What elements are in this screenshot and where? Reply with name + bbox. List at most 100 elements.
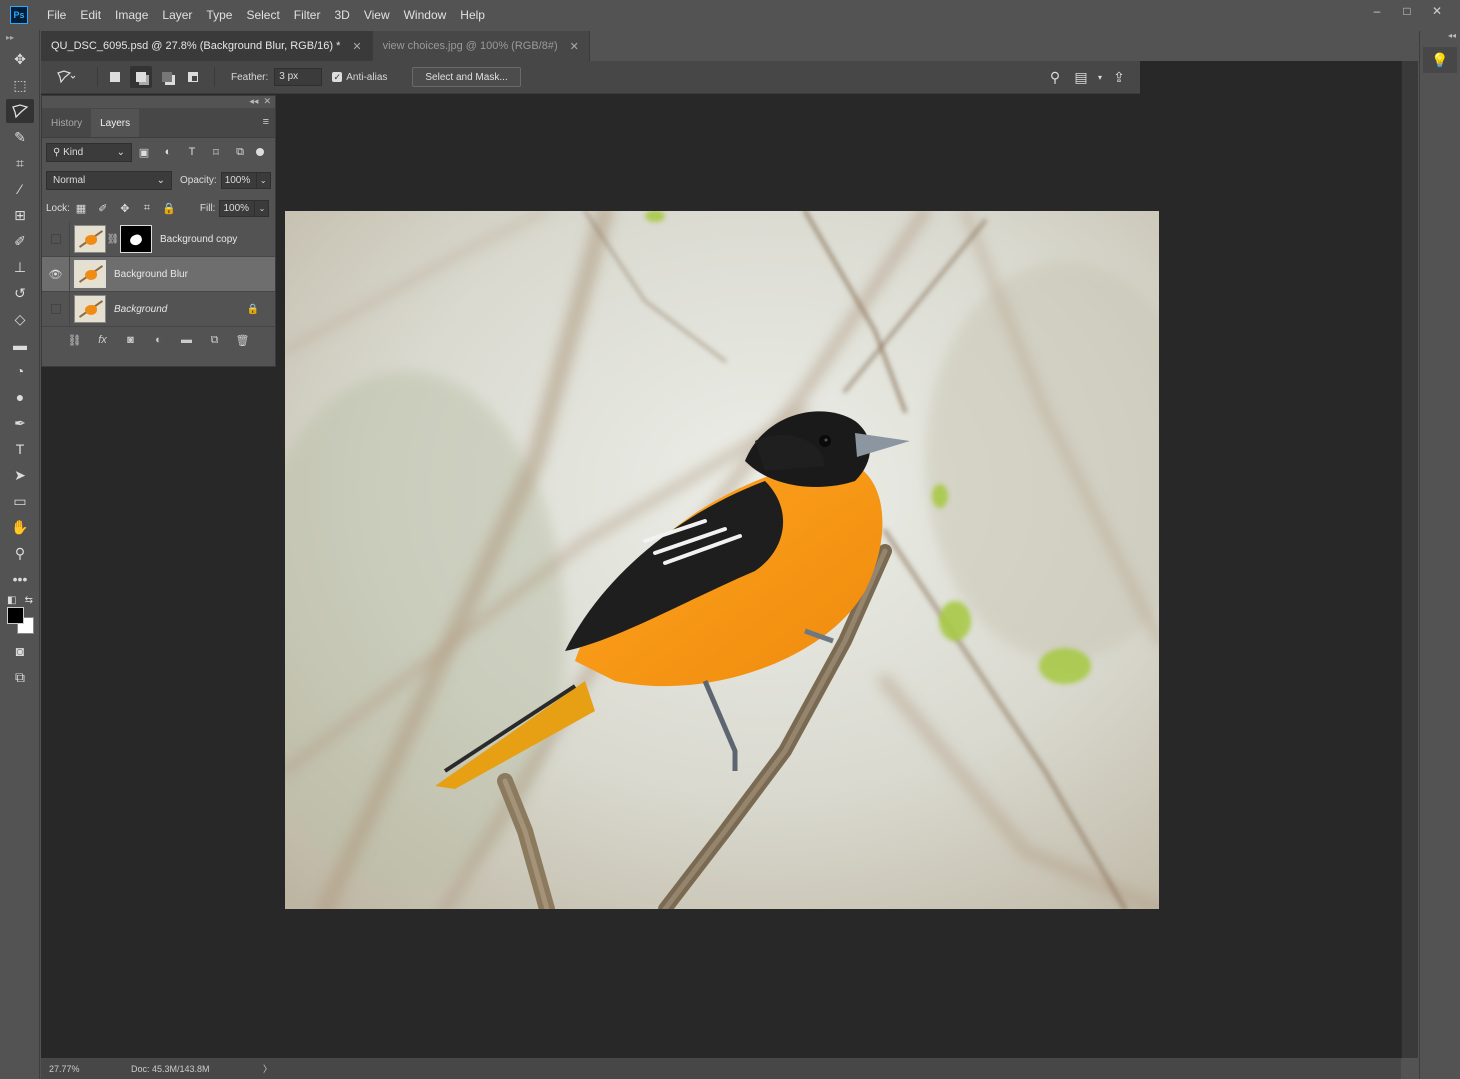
maximize-button[interactable]: □ — [1392, 0, 1422, 22]
healing-brush-icon[interactable]: ⊞ — [6, 203, 34, 227]
menu-select[interactable]: Select — [239, 8, 286, 22]
layer-mask-thumbnail[interactable] — [120, 225, 152, 253]
more-tools-icon[interactable]: ••• — [6, 567, 34, 591]
menu-image[interactable]: Image — [108, 8, 155, 22]
path-selection-icon[interactable]: ➤ — [6, 463, 34, 487]
share-icon[interactable]: ⇪ — [1106, 69, 1132, 86]
new-group-icon[interactable]: ▬ — [177, 334, 197, 346]
move-icon[interactable]: ✥ — [6, 47, 34, 71]
tab-document-jpg[interactable]: view choices.jpg @ 100% (RGB/8#) ✕ — [372, 31, 590, 61]
antialias-checkbox[interactable]: ✓ Anti-alias — [332, 72, 387, 83]
lock-image-icon[interactable]: ✐ — [92, 202, 114, 215]
gradient-icon[interactable]: ▬ — [6, 333, 34, 357]
visibility-toggle[interactable] — [42, 221, 70, 257]
add-mask-icon[interactable]: ◙ — [121, 334, 141, 346]
menu-filter[interactable]: Filter — [287, 8, 328, 22]
filter-kind-select[interactable]: ⚲ Kind ⌄ — [46, 142, 132, 162]
pen-icon[interactable]: ✒ — [6, 411, 34, 435]
search-icon[interactable]: ⚲ — [1042, 69, 1068, 86]
layer-row-background[interactable]: Background 🔒 — [42, 291, 275, 327]
rectangle-icon[interactable]: ▭ — [6, 489, 34, 513]
layer-style-fx-icon[interactable]: fx — [93, 334, 113, 346]
lock-all-icon[interactable]: 🔒 — [158, 202, 180, 215]
tool-preset-icon[interactable] — [41, 61, 91, 94]
close-window-button[interactable]: ✕ — [1422, 0, 1452, 22]
filter-shape-icon[interactable]: ⌑ — [204, 146, 228, 159]
lock-transparent-icon[interactable]: ▦ — [70, 202, 92, 215]
layer-row-background-copy[interactable]: ⛓ Background copy — [42, 221, 275, 257]
close-panel-icon[interactable]: ✕ — [263, 96, 271, 106]
eye-icon[interactable]: 👁 — [42, 256, 70, 292]
opacity-input[interactable]: 100% — [220, 171, 257, 189]
quick-selection-icon[interactable]: ✎ — [6, 125, 34, 149]
minimize-button[interactable]: – — [1362, 0, 1392, 22]
collapse-panel-icon[interactable]: ◂◂ — [249, 96, 258, 106]
select-and-mask-button[interactable]: Select and Mask... — [412, 67, 521, 87]
brush-icon[interactable]: ✐ — [6, 229, 34, 253]
menu-file[interactable]: File — [40, 8, 73, 22]
zoom-level[interactable]: 27.77% — [41, 1064, 101, 1074]
feather-input[interactable]: 3 px — [274, 68, 323, 86]
eyedropper-icon[interactable]: ⁄ — [6, 177, 34, 201]
menu-edit[interactable]: Edit — [73, 8, 108, 22]
close-tab-icon[interactable]: ✕ — [570, 40, 579, 53]
filter-pixel-icon[interactable]: ▣ — [132, 146, 156, 159]
menu-layer[interactable]: Layer — [155, 8, 199, 22]
new-layer-icon[interactable]: ⧉ — [205, 334, 225, 347]
learn-bulb-icon[interactable]: 💡 — [1423, 47, 1457, 73]
dodge-icon[interactable]: ● — [6, 385, 34, 409]
adjustment-layer-icon[interactable]: ◐ — [149, 334, 169, 346]
marquee-icon[interactable]: ⬚ — [6, 73, 34, 97]
lock-position-icon[interactable]: ✥ — [114, 202, 136, 215]
tab-history[interactable]: History — [42, 109, 91, 137]
blend-mode-select[interactable]: Normal ⌄ — [46, 170, 172, 190]
filter-type-icon[interactable]: T — [180, 146, 204, 158]
clone-stamp-icon[interactable]: ⊥ — [6, 255, 34, 279]
tab-layers[interactable]: Layers — [91, 109, 140, 137]
menu-view[interactable]: View — [357, 8, 397, 22]
lasso-icon[interactable] — [6, 99, 34, 123]
hand-icon[interactable]: ✋ — [6, 515, 34, 539]
menu-3d[interactable]: 3D — [327, 8, 356, 22]
layer-row-background-blur[interactable]: 👁 Background Blur — [42, 256, 275, 292]
fill-dropdown-icon[interactable]: ⌄ — [255, 199, 270, 217]
quick-mask-icon[interactable]: ◙ — [6, 639, 34, 663]
panel-expand-icon[interactable]: ◂◂ — [1420, 31, 1460, 45]
link-layers-icon[interactable]: ⛓ — [65, 334, 85, 347]
menu-type[interactable]: Type — [199, 8, 239, 22]
zoom-icon[interactable]: ⚲ — [6, 541, 34, 565]
eraser-icon[interactable]: ◇ — [6, 307, 34, 331]
document-image[interactable] — [285, 211, 1159, 909]
lock-artboard-icon[interactable]: ⌗ — [136, 202, 158, 215]
opacity-dropdown-icon[interactable]: ⌄ — [256, 171, 271, 189]
panel-collapse-icon[interactable]: ▸▸ — [0, 30, 39, 46]
tab-document-psd[interactable]: QU_DSC_6095.psd @ 27.8% (Background Blur… — [41, 31, 373, 61]
filter-smart-object-icon[interactable]: ⧉ — [228, 146, 252, 159]
fill-input[interactable]: 100% — [219, 199, 256, 217]
panel-menu-icon[interactable]: ≡ — [263, 116, 269, 128]
new-selection-button[interactable] — [104, 66, 126, 88]
filter-toggle[interactable] — [256, 148, 264, 156]
close-tab-icon[interactable]: ✕ — [352, 40, 361, 53]
chevron-down-icon[interactable]: ▾ — [1094, 73, 1106, 82]
crop-icon[interactable]: ⌗ — [6, 151, 34, 175]
foreground-color-swatch[interactable] — [7, 607, 24, 624]
workspace-icon[interactable]: ▤ — [1068, 69, 1094, 86]
color-swatches[interactable]: ◧ ⇆ — [5, 595, 35, 635]
intersect-selection-button[interactable] — [182, 66, 204, 88]
screen-mode-icon[interactable]: ⧉ — [6, 665, 34, 689]
status-menu-arrow-icon[interactable]: 〉 — [263, 1062, 272, 1075]
link-chain-icon[interactable]: ⛓ — [106, 234, 120, 245]
vertical-scrollbar[interactable] — [1401, 61, 1418, 1058]
default-colors-icon[interactable]: ◧ — [7, 595, 16, 606]
filter-adjustment-icon[interactable]: ◐ — [156, 146, 180, 158]
visibility-toggle[interactable] — [42, 291, 70, 327]
delete-layer-icon[interactable]: 🗑 — [233, 334, 253, 347]
menu-help[interactable]: Help — [453, 8, 492, 22]
type-icon[interactable]: T — [6, 437, 34, 461]
menu-window[interactable]: Window — [397, 8, 454, 22]
subtract-selection-button[interactable] — [156, 66, 178, 88]
add-selection-button[interactable] — [130, 66, 152, 88]
blur-icon[interactable]: ◔ — [6, 359, 34, 383]
swap-colors-icon[interactable]: ⇆ — [25, 595, 33, 606]
